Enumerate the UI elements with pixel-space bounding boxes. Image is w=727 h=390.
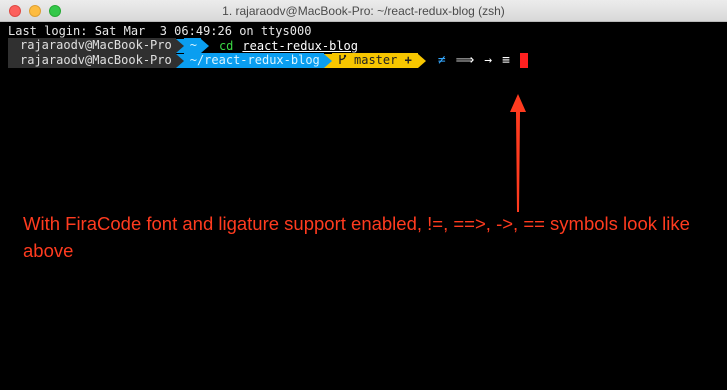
terminal-cursor [519,53,528,68]
ligature-double-arrow: ⟹ [455,52,475,68]
ligature-not-equal: ≠ [437,52,446,68]
command-name: cd [218,38,234,53]
window-title: 1. rajaraodv@MacBook-Pro: ~/react-redux-… [222,4,505,18]
terminal-window: 1. rajaraodv@MacBook-Pro: ~/react-redux-… [0,0,727,390]
last-login-line: Last login: Sat Mar 3 06:49:26 on ttys00… [8,23,719,38]
prompt-user-segment: rajaraodv@MacBook-Pro [8,53,176,68]
terminal-content[interactable]: Last login: Sat Mar 3 06:49:26 on ttys00… [0,22,727,390]
git-dirty-indicator: + [404,53,412,67]
command-argument: react-redux-blog [242,38,358,53]
annotation-arrow-icon [510,94,526,212]
prompt-line-1: rajaraodv@MacBook-Pro ~ cd react-redux-bl… [8,38,719,53]
git-branch-name: master [354,53,398,67]
ligature-equal: ≡ [502,52,510,68]
prompt-dir-segment: ~ [183,38,201,53]
last-login-text: Last login: Sat Mar 3 06:49:26 on ttys00… [8,23,312,38]
ligature-arrow: → [484,52,493,68]
prompt-line-2: rajaraodv@MacBook-Pro ~/react-redux-blog … [8,53,719,68]
segment-separator [175,38,184,53]
prompt-user-segment: rajaraodv@MacBook-Pro [8,38,176,53]
segment-separator [417,53,426,68]
prompt-git-segment: master + [331,53,418,68]
title-bar: 1. rajaraodv@MacBook-Pro: ~/react-redux-… [0,0,727,22]
prompt-dir-segment: ~/react-redux-blog [183,53,324,68]
segment-separator [200,38,209,53]
git-branch-icon [339,54,346,64]
annotation-text: With FiraCode font and ligature support … [23,213,690,261]
segment-separator [175,53,184,68]
segment-separator [323,53,332,68]
